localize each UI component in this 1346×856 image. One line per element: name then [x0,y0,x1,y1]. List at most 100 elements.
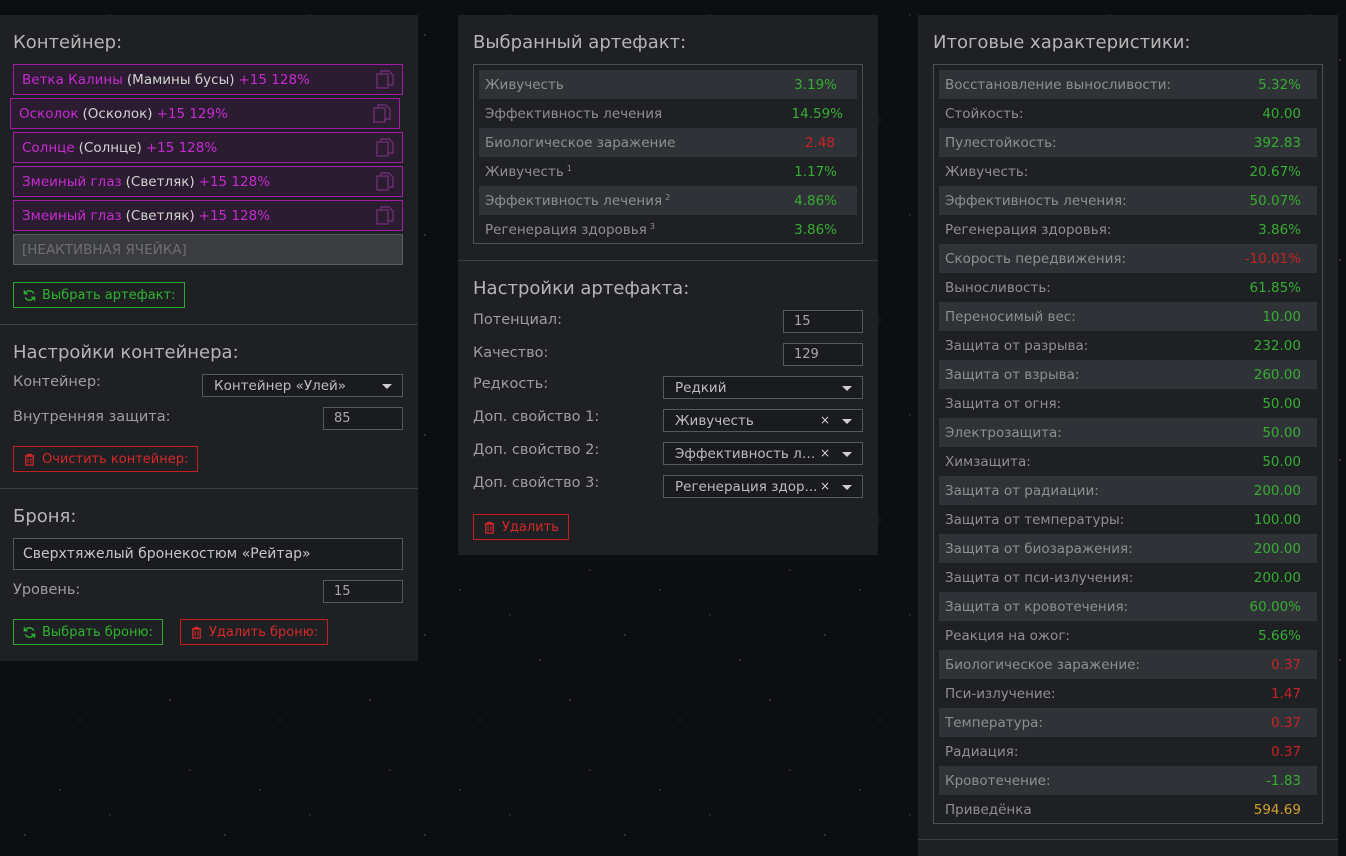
inner-protection-input[interactable]: 85 [323,407,403,430]
total-stat-label: Реакция на ожог: [945,627,1070,644]
total-stat-row: Радиация: 0.37 [939,737,1317,766]
refresh-icon [23,289,36,301]
total-stat-value: 10.00 [1262,308,1301,325]
total-stat-row: Кровотечение: -1.83 [939,766,1317,795]
total-stat-label: Пси-излучение: [945,685,1056,702]
artifact-slot-4[interactable]: Змеиный глаз (Светляк) +15 128% [13,166,403,197]
delete-artifact-button[interactable]: Удалить [473,514,569,540]
copy-icon[interactable] [376,172,394,192]
trash-icon [484,521,495,534]
total-stat-row: Защита от биозаражения: 200.00 [939,534,1317,563]
prop2-select[interactable]: Эффективность ле... × [663,442,863,465]
quality-input[interactable]: 129 [783,343,863,366]
total-stat-label: Регенерация здоровья: [945,221,1112,238]
total-stat-label: Защита от разрыва: [945,337,1089,354]
slot-artifact-type: (Осколок) [82,105,153,122]
stat-value: 3.19% [794,76,837,93]
total-stat-value: -1.83 [1266,772,1301,789]
total-stat-label: Защита от кровотечения: [945,598,1129,615]
inactive-slot: [НЕАКТИВНАЯ ЯЧЕЙКА] [13,234,403,265]
select-armor-button[interactable]: Выбрать броню: [13,619,163,645]
total-stat-value: 200.00 [1253,482,1301,499]
stat-row: Живучесть 1 1.17% [479,157,857,186]
trash-icon [24,453,35,466]
totals-panel: Итоговые характеристики: Восстановление … [918,15,1338,856]
total-stat-label: Восстановление выносливости: [945,76,1172,93]
container-settings-title: Настройки контейнера: [13,342,239,363]
total-stat-row: Температура: 0.37 [939,708,1317,737]
total-stat-row: Стойкость: 40.00 [939,99,1317,128]
rarity-select[interactable]: Редкий [663,376,863,399]
artifact-settings-title: Настройки артефакта: [473,278,690,299]
clear-container-button[interactable]: Очистить контейнер: [13,446,199,472]
total-stat-label: Электрозащита: [945,424,1062,441]
copy-icon[interactable] [376,138,394,158]
total-stat-value: 50.00 [1262,424,1301,441]
artifact-slot-1[interactable]: Ветка Калины (Мамины бусы) +15 128% [13,64,403,95]
total-stat-label: Защита от биозаражения: [945,540,1133,557]
copy-icon[interactable] [376,70,394,90]
stat-label: Регенерация здоровья 3 [485,221,655,238]
total-stat-row: Биологическое заражение: 0.37 [939,650,1317,679]
artifact-slot-5[interactable]: Змеиный глаз (Светляк) +15 128% [13,200,403,231]
total-stat-value: 100.00 [1253,511,1301,528]
potential-input[interactable]: 15 [783,310,863,333]
copy-icon[interactable] [376,206,394,226]
prop1-label: Доп. свойство 1: [473,409,600,425]
clear-icon[interactable]: × [820,479,830,493]
artifact-panel: Выбранный артефакт: Живучесть 3.19% Эффек… [458,15,878,555]
slot-artifact-type: (Солнце) [78,139,142,156]
prop3-select[interactable]: Регенерация здор... × [663,475,863,498]
total-stat-value: 200.00 [1253,540,1301,557]
rarity-label: Редкость: [473,376,549,392]
totals-stats: Восстановление выносливости: 5.32% Стойкос… [933,64,1323,824]
prop3-label: Доп. свойство 3: [473,475,600,491]
trash-icon [191,626,202,639]
slot-artifact-type: (Светляк) [125,207,195,224]
prop1-select[interactable]: Живучесть × [663,409,863,432]
stat-row: Биологическое заражение 2.48 [479,128,857,157]
clear-icon[interactable]: × [820,413,830,427]
container-select-value: Контейнер «Улей» [214,377,347,394]
slot-artifact-name: Солнце [22,139,75,156]
stat-label: Живучесть [485,76,564,93]
divider [0,488,418,489]
armor-field[interactable]: Сверхтяжелый бронекостюм «Рейтар» [13,538,403,570]
potential-label: Потенциал: [473,312,562,328]
delete-artifact-label: Удалить [502,519,559,535]
total-stat-value: 232.00 [1253,337,1301,354]
stat-row: Регенерация здоровья 3 3.86% [479,215,857,244]
total-stat-value: 5.66% [1258,627,1301,644]
delete-armor-button[interactable]: Удалить броню: [180,619,329,645]
total-stat-row: Приведёнка 594.69 [939,795,1317,824]
prop3-select-value: Регенерация здор... [675,478,818,495]
stat-value: 3.86% [794,221,837,238]
chevron-down-icon [842,452,852,457]
slot-artifact-type: (Светляк) [125,173,195,190]
stat-row: Живучесть 3.19% [479,70,857,99]
stat-label: Эффективность лечения [485,105,663,122]
clear-icon[interactable]: × [820,446,830,460]
total-stat-value: 260.00 [1253,366,1301,383]
slot-artifact-level: +15 129% [156,105,228,122]
total-stat-row: Защита от пси-излучения: 200.00 [939,563,1317,592]
stat-value: 2.48 [804,134,835,151]
container-panel: Контейнер: Ветка Калины (Мамины бусы) +1… [0,15,418,661]
level-input[interactable]: 15 [323,580,403,603]
total-stat-row: Защита от взрыва: 260.00 [939,360,1317,389]
total-stat-row: Эффективность лечения: 50.07% [939,186,1317,215]
divider [918,839,1338,840]
total-stat-label: Температура: [945,714,1043,731]
total-stat-value: 5.32% [1258,76,1301,93]
total-stat-row: Электрозащита: 50.00 [939,418,1317,447]
total-stat-label: Защита от взрыва: [945,366,1080,383]
stat-value: 4.86% [794,192,837,209]
copy-icon[interactable] [373,104,391,124]
select-artifact-button[interactable]: Выбрать артефакт: [13,282,186,308]
total-stat-label: Живучесть: [945,163,1029,180]
total-stat-row: Химзащита: 50.00 [939,447,1317,476]
container-select[interactable]: Контейнер «Улей» [202,374,403,397]
artifact-slot-2[interactable]: Осколок (Осколок) +15 129% [10,98,400,129]
stat-value: 14.59% [791,105,843,122]
artifact-slot-3[interactable]: Солнце (Солнце) +15 128% [13,132,403,163]
